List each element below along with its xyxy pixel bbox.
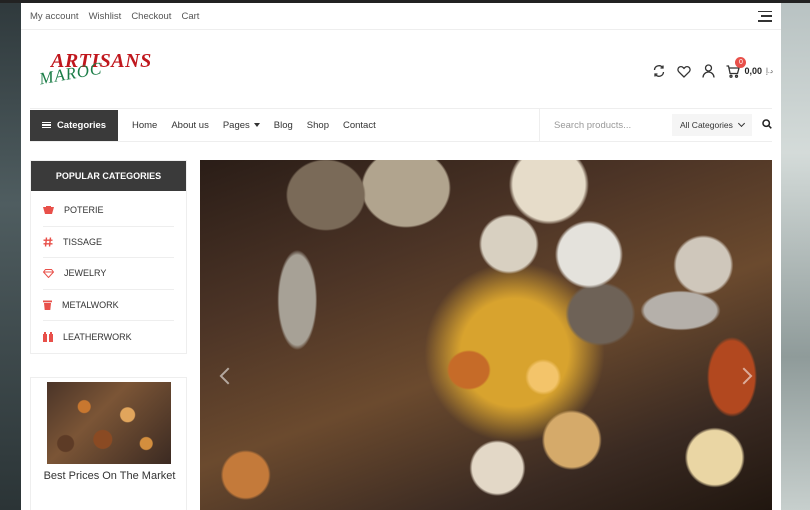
wishlist-heart-icon[interactable] <box>677 65 692 78</box>
checkout-link[interactable]: Checkout <box>131 11 171 22</box>
nav-contact[interactable]: Contact <box>343 120 376 131</box>
header: ARTISANS MAROC 0 0,00 د.إ <box>21 30 781 108</box>
cart-count-badge: 0 <box>735 56 747 68</box>
nav-blog[interactable]: Blog <box>274 120 293 131</box>
sidebar: POPULAR CATEGORIES POTERIE TISSAGE JEWEL… <box>30 160 187 510</box>
category-item-poterie[interactable]: POTERIE <box>43 195 174 227</box>
background-left <box>0 0 21 510</box>
slider-prev-arrow-icon[interactable] <box>219 367 237 385</box>
nav-about-us[interactable]: About us <box>171 120 209 131</box>
category-select-value: All Categories <box>680 120 733 130</box>
search-input[interactable] <box>554 119 664 131</box>
categories-button[interactable]: Categories <box>30 109 118 141</box>
top-bar: My account Wishlist Checkout Cart <box>21 3 781 30</box>
compare-icon[interactable] <box>652 64 666 78</box>
nav-pages-label: Pages <box>222 119 250 131</box>
nav-pages[interactable]: Pages <box>223 120 260 131</box>
background-right <box>781 0 810 510</box>
category-item-jewelry[interactable]: JEWELRY <box>43 258 174 290</box>
popular-categories-box: POPULAR CATEGORIES POTERIE TISSAGE JEWEL… <box>30 160 187 354</box>
top-links: My account Wishlist Checkout Cart <box>30 11 199 22</box>
site-logo[interactable]: ARTISANS MAROC <box>37 50 151 92</box>
header-icons: 0 0,00 د.إ <box>652 56 773 78</box>
categories-button-label: Categories <box>56 119 107 131</box>
cart-total: 0,00 <box>744 66 762 76</box>
wishlist-link[interactable]: Wishlist <box>89 11 122 22</box>
chevron-down-icon <box>737 119 746 128</box>
category-list: POTERIE TISSAGE JEWELRY METALWORK LEATHE… <box>31 191 186 353</box>
cart-link[interactable]: Cart <box>181 11 199 22</box>
category-select[interactable]: All Categories <box>672 114 752 136</box>
promo-title: Best Prices On The Market <box>43 470 176 482</box>
category-item-leatherwork[interactable]: LEATHERWORK <box>43 321 174 353</box>
caret-down-icon <box>253 123 260 127</box>
category-item-label: METALWORK <box>62 299 119 310</box>
cart-currency: د.إ <box>765 68 773 75</box>
header-cart[interactable]: 0 0,00 د.إ <box>726 56 773 78</box>
category-item-label: LEATHERWORK <box>63 331 132 342</box>
nav-menu: Home About us Pages Blog Shop Contact <box>132 120 390 131</box>
hero-slider <box>200 160 772 510</box>
my-account-link[interactable]: My account <box>30 11 79 22</box>
hash-icon <box>43 237 53 247</box>
pottery-icon <box>43 205 54 214</box>
account-user-icon[interactable] <box>702 64 716 78</box>
product-search: All Categories <box>539 109 772 141</box>
nav-shop[interactable]: Shop <box>307 120 329 131</box>
leather-icon <box>43 331 53 342</box>
search-icon[interactable] <box>762 116 772 134</box>
popular-categories-heading: POPULAR CATEGORIES <box>31 161 186 191</box>
trash-icon <box>43 300 52 310</box>
menu-bars-icon <box>41 121 51 129</box>
diamond-icon <box>43 268 54 278</box>
slider-next-arrow-icon[interactable] <box>735 367 753 385</box>
page: My account Wishlist Checkout Cart ARTISA… <box>21 3 781 510</box>
promo-banner[interactable]: Best Prices On The Market <box>30 377 187 510</box>
category-item-label: POTERIE <box>64 205 104 216</box>
logo-text-maroc: MAROC <box>37 58 104 89</box>
category-item-metalwork[interactable]: METALWORK <box>43 290 174 321</box>
promo-image <box>47 382 171 464</box>
category-item-label: TISSAGE <box>63 236 103 247</box>
nav-home[interactable]: Home <box>132 120 157 131</box>
hamburger-menu-icon[interactable] <box>758 10 772 22</box>
main-navigation: Categories Home About us Pages Blog Shop… <box>30 108 772 142</box>
category-item-label: JEWELRY <box>64 268 107 279</box>
category-item-tissage[interactable]: TISSAGE <box>43 227 174 258</box>
